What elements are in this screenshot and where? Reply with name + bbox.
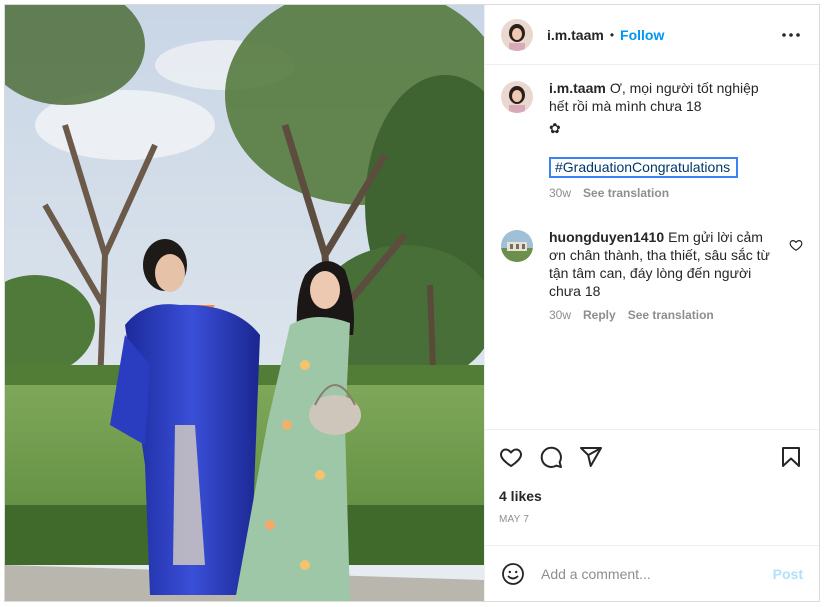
flower-emoji: ✿ <box>549 120 561 136</box>
bookmark-icon[interactable] <box>779 445 803 469</box>
post-header: i.m.taam • Follow <box>485 5 819 65</box>
separator-dot: • <box>609 27 615 42</box>
hashtag-link[interactable]: #GraduationCongratulations <box>549 157 739 178</box>
share-icon[interactable] <box>579 445 603 469</box>
author-username[interactable]: i.m.taam <box>547 27 604 43</box>
post-card: i.m.taam • Follow i.m.taam Ơ, mọi người … <box>4 4 820 602</box>
comment-item: huongduyen1410 Em gửi lời cảm ơn chân thà… <box>501 228 803 322</box>
photo-image <box>5 5 484 601</box>
comment-meta: 30w Reply See translation <box>549 308 779 322</box>
caption-avatar[interactable] <box>501 81 533 113</box>
caption-username[interactable]: i.m.taam <box>549 80 606 96</box>
comment-like-heart-icon[interactable] <box>789 238 803 252</box>
caption: i.m.taam Ơ, mọi người tốt nghiệp hết rồi … <box>501 79 803 200</box>
post-actions: 4 likes MAY 7 <box>485 429 819 545</box>
follow-button[interactable]: Follow <box>620 27 664 43</box>
comments-section: i.m.taam Ơ, mọi người tốt nghiệp hết rồi … <box>485 65 819 429</box>
caption-see-translation[interactable]: See translation <box>583 186 669 200</box>
commenter-avatar[interactable] <box>501 230 533 262</box>
heart-icon[interactable] <box>499 445 523 469</box>
add-comment-bar: Post <box>485 545 819 601</box>
author-avatar[interactable] <box>501 18 533 51</box>
post-comment-button[interactable]: Post <box>773 566 803 582</box>
likes-count[interactable]: 4 likes <box>499 488 803 504</box>
post-side-panel: i.m.taam • Follow i.m.taam Ơ, mọi người … <box>484 5 819 601</box>
post-date: MAY 7 <box>499 514 530 525</box>
post-photo[interactable] <box>5 5 484 601</box>
emoji-icon[interactable] <box>501 562 525 586</box>
caption-age[interactable]: 30w <box>549 186 571 200</box>
more-options-icon[interactable] <box>779 23 803 47</box>
comment-icon[interactable] <box>539 445 563 469</box>
reply-button[interactable]: Reply <box>583 308 616 322</box>
action-icons-row <box>499 442 803 472</box>
comment-see-translation[interactable]: See translation <box>628 308 714 322</box>
add-comment-input[interactable] <box>541 565 773 582</box>
caption-meta: 30w See translation <box>549 186 779 200</box>
comment-text-block: huongduyen1410 Em gửi lời cảm ơn chân thà… <box>549 228 779 300</box>
commenter-username[interactable]: huongduyen1410 <box>549 229 664 245</box>
caption-text-block: i.m.taam Ơ, mọi người tốt nghiệp hết rồi … <box>549 79 779 137</box>
comment-age[interactable]: 30w <box>549 308 571 322</box>
